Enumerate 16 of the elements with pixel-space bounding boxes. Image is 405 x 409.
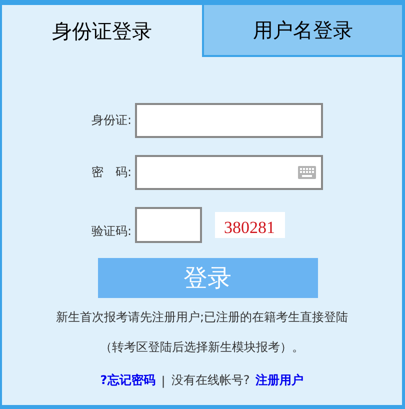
field-label: 密 码: [90,164,132,181]
id-number-field[interactable] [134,103,322,138]
notice-text: 新生首次报考请先注册用户;已注册的在籍考生直接登陆 [56,310,348,324]
tab[interactable]: 身份证登录 [2,5,202,57]
notice-text: （转考区登陆后选择新生模块报考）。 [100,340,304,354]
tab[interactable]: 用户名登录 [202,5,402,57]
captcha-field[interactable] [134,207,202,243]
forgot-password-link[interactable]: ?忘记密码 [100,372,156,389]
keyboard-icon[interactable] [298,166,316,179]
captcha-image[interactable]: 380281 [214,212,284,238]
field-label: 验证码: [90,223,132,240]
register-link[interactable]: 注册用户 [256,372,304,389]
field-label: 身份证: [90,112,132,129]
password-field[interactable] [134,155,322,190]
separator: | [161,374,166,388]
no-account-text: 没有在线帐号? [171,372,250,389]
